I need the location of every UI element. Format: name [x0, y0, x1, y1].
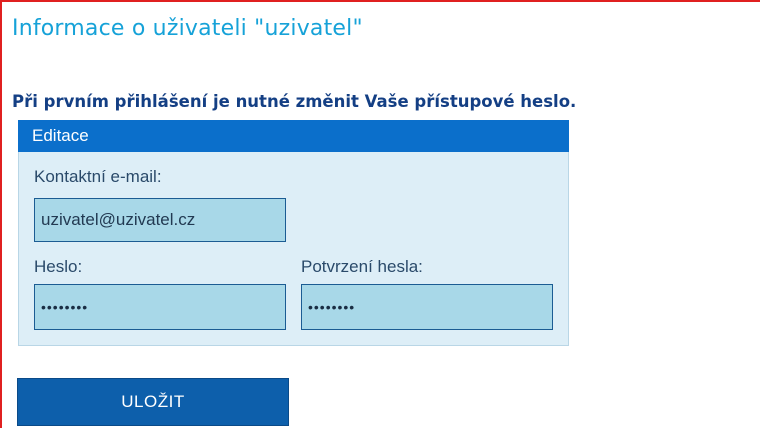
panel-header: Editace — [18, 120, 569, 152]
page-title: Informace o uživateli "uzivatel" — [12, 16, 363, 41]
email-field[interactable]: uzivatel@uzivatel.cz — [34, 198, 286, 242]
password-confirm-label: Potvrzení hesla: — [301, 257, 423, 276]
edit-panel: Editace Kontaktní e-mail: uzivatel@uziva… — [18, 120, 569, 346]
email-value: uzivatel@uzivatel.cz — [41, 210, 196, 229]
password-field[interactable]: •••••••• — [34, 284, 286, 330]
password-change-notice: Při prvním přihlášení je nutné změnit Va… — [12, 92, 577, 111]
save-button[interactable]: ULOŽIT — [17, 378, 289, 426]
email-label: Kontaktní e-mail: — [34, 167, 162, 186]
password-mask: •••••••• — [41, 299, 89, 315]
password-confirm-mask: •••••••• — [308, 299, 356, 315]
password-confirm-field[interactable]: •••••••• — [301, 284, 553, 330]
password-label: Heslo: — [34, 257, 83, 276]
